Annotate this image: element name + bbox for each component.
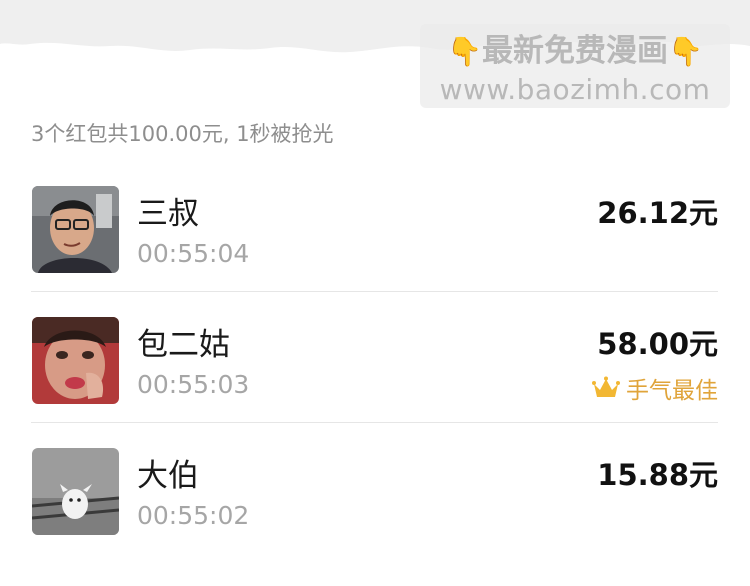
watermark-url: www.baozimh.com xyxy=(439,73,711,106)
hand-pointing-down-icon: 👇 xyxy=(447,35,482,68)
received-amount: 58.00元 xyxy=(597,327,718,361)
avatar[interactable] xyxy=(32,317,119,404)
recipient-name: 三叔 xyxy=(137,196,199,232)
list-item[interactable]: 包二姑 00:55:03 58.00元 手气最佳 xyxy=(0,291,750,422)
recipient-name: 大伯 xyxy=(137,458,199,494)
best-luck-label: 手气最佳 xyxy=(626,378,718,404)
recipient-name: 包二姑 xyxy=(137,327,230,363)
red-packet-detail-page: 👇最新免费漫画👇 www.baozimh.com 3个红包共100.00元, 1… xyxy=(0,0,750,586)
recipient-list: 三叔 00:55:04 26.12元 包二姑 00:55:03 58.00元 手… xyxy=(0,160,750,553)
best-luck-badge: 手气最佳 xyxy=(592,371,718,405)
avatar[interactable] xyxy=(32,186,119,273)
avatar[interactable] xyxy=(32,448,119,535)
watermark-title: 👇最新免费漫画👇 xyxy=(447,33,703,69)
receive-time: 00:55:04 xyxy=(137,239,250,268)
hand-pointing-down-icon: 👇 xyxy=(668,35,703,68)
receive-time: 00:55:02 xyxy=(137,501,250,530)
received-amount: 26.12元 xyxy=(597,196,718,230)
packet-summary: 3个红包共100.00元, 1秒被抢光 xyxy=(31,122,334,146)
crown-icon xyxy=(592,376,620,397)
receive-time: 00:55:03 xyxy=(137,370,250,399)
watermark: 👇最新免费漫画👇 www.baozimh.com xyxy=(420,24,730,108)
list-item[interactable]: 三叔 00:55:04 26.12元 xyxy=(0,160,750,291)
list-item[interactable]: 大伯 00:55:02 15.88元 xyxy=(0,422,750,553)
received-amount: 15.88元 xyxy=(597,458,718,492)
